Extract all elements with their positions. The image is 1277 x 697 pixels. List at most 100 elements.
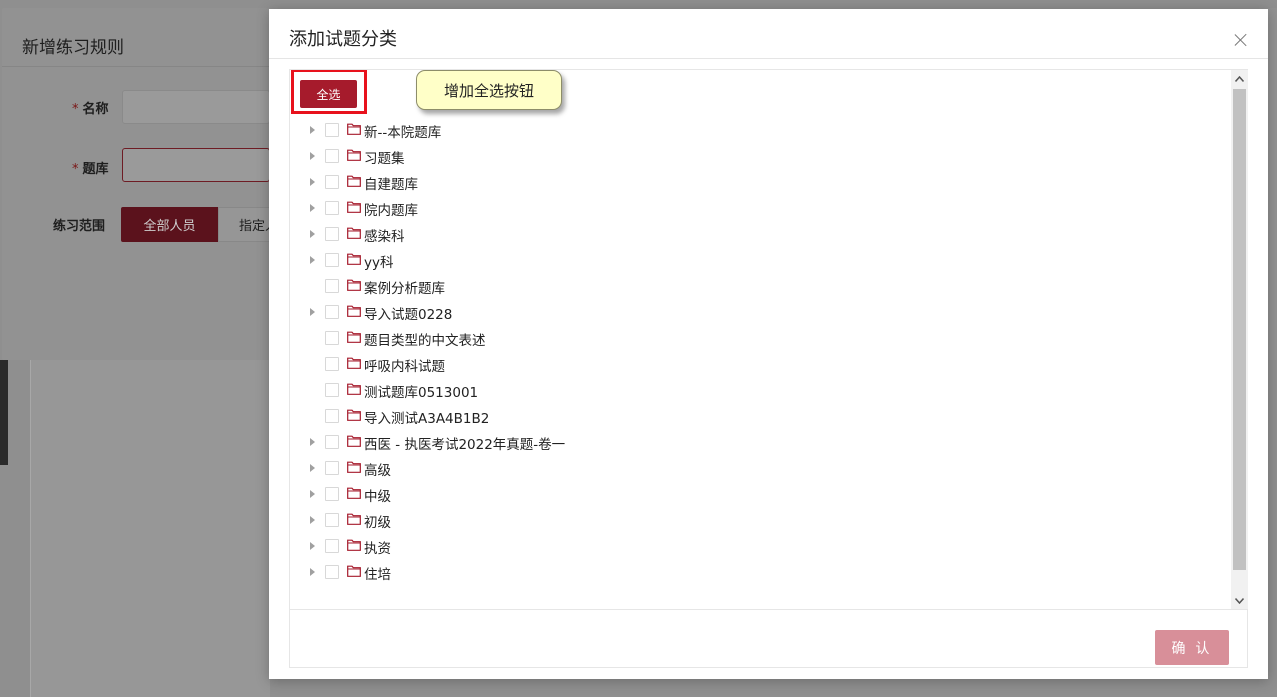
rule-form-title: 新增练习规则 [22,38,124,58]
folder-icon [347,383,361,395]
range-option-specified[interactable]: 指定人员 [218,207,270,242]
range-label: 练习范围 [53,219,106,234]
tree-node-label: 西医 - 执医考试2022年真题-卷一 [364,437,566,453]
expand-arrow-icon[interactable] [310,490,315,498]
tree-node-label: yy科 [364,255,394,271]
tree-node[interactable]: 中级 [290,481,1220,507]
folder-icon [347,227,361,239]
expand-arrow-icon[interactable] [310,516,315,524]
range-option-all[interactable]: 全部人员 [121,207,218,242]
tree-node-checkbox[interactable] [325,253,339,267]
tree-node-checkbox[interactable] [325,201,339,215]
expand-arrow-icon[interactable] [310,152,315,160]
tree-node[interactable]: 测试题库0513001 [290,377,1220,403]
select-all-button[interactable]: 全选 [300,80,357,108]
expand-arrow-icon[interactable] [310,438,315,446]
tree-node-label: 自建题库 [364,177,418,193]
bank-label: * 题库 [72,162,109,177]
modal-title: 添加试题分类 [289,29,397,50]
tree-node[interactable]: 导入测试A3A4B1B2 [290,403,1220,429]
folder-icon [347,513,361,525]
tree-node-label: 中级 [364,489,391,505]
scroll-down-arrow-icon[interactable] [1231,592,1248,609]
tree-node-checkbox[interactable] [325,175,339,189]
tree-node-checkbox[interactable] [325,227,339,241]
tree-node-checkbox[interactable] [325,435,339,449]
tree-node[interactable]: 自建题库 [290,169,1220,195]
tree-node-label: 导入测试A3A4B1B2 [364,411,490,427]
tree-node-checkbox[interactable] [325,149,339,163]
tree-node-label: 院内题库 [364,203,418,219]
folder-icon [347,357,361,369]
tree-node[interactable]: 住培 [290,559,1220,585]
tree-node-label: 呼吸内科试题 [364,359,445,375]
tree-node-checkbox[interactable] [325,409,339,423]
expand-arrow-icon[interactable] [310,178,315,186]
tree-node[interactable]: 院内题库 [290,195,1220,221]
folder-icon [347,253,361,265]
tree-node-label: 题目类型的中文表述 [364,333,486,349]
category-tree: 新--本院题库 习题集自建题库院内题库感染科 yy科案例分析题库导入试题0228 题目… [290,117,1220,585]
tree-node[interactable]: 导入试题0228 [290,299,1220,325]
folder-icon [347,175,361,187]
add-category-modal: 添加试题分类 全选 增加全选按钮 新--本院题库 习题集自建题库院内题库感染科 yy… [269,9,1268,679]
tree-node-label: 住培 [364,567,391,583]
tree-node[interactable]: 执资 [290,533,1220,559]
tree-node-checkbox[interactable] [325,461,339,475]
tree-node-checkbox[interactable] [325,383,339,397]
required-mark: * [72,162,79,177]
vertical-scrollbar[interactable] [1231,70,1248,609]
annotation-callout: 增加全选按钮 [416,70,562,110]
tree-node-checkbox[interactable] [325,487,339,501]
tree-node-checkbox[interactable] [325,279,339,293]
bank-input[interactable] [122,148,270,182]
tree-node-checkbox[interactable] [325,513,339,527]
rule-form-modal: 新增练习规则 *名称 *题库 练习范围 全部人员 指定人员 [2,8,270,360]
tree-node-checkbox[interactable] [325,305,339,319]
expand-arrow-icon[interactable] [310,308,315,316]
background-panel [30,360,270,697]
tree-node-checkbox[interactable] [325,357,339,371]
folder-icon [347,123,361,135]
folder-icon [347,539,361,551]
tree-node[interactable]: 西医 - 执医考试2022年真题-卷一 [290,429,1220,455]
tree-node[interactable]: 高级 [290,455,1220,481]
tree-node[interactable]: yy科 [290,247,1220,273]
close-icon[interactable] [1234,33,1248,47]
folder-icon [347,565,361,577]
expand-arrow-icon[interactable] [310,256,315,264]
scroll-up-arrow-icon[interactable] [1231,70,1248,87]
expand-arrow-icon[interactable] [310,464,315,472]
expand-arrow-icon[interactable] [310,542,315,550]
expand-arrow-icon[interactable] [310,568,315,576]
scrollbar-thumb[interactable] [1233,89,1246,570]
expand-arrow-icon[interactable] [310,204,315,212]
tree-node[interactable]: 案例分析题库 [290,273,1220,299]
confirm-button[interactable]: 确 认 [1155,630,1229,665]
tree-node[interactable]: 新--本院题库 [290,117,1220,143]
tree-node[interactable]: 感染科 [290,221,1220,247]
tree-node[interactable]: 呼吸内科试题 [290,351,1220,377]
name-input[interactable] [122,90,270,124]
expand-arrow-icon[interactable] [310,230,315,238]
folder-icon [347,305,361,317]
tree-node[interactable]: 初级 [290,507,1220,533]
name-label: * 名称 [72,102,109,117]
tree-node[interactable]: 题目类型的中文表述 [290,325,1220,351]
tree-node-checkbox[interactable] [325,565,339,579]
tree-node-checkbox[interactable] [325,331,339,345]
rule-form-divider [2,66,270,67]
title-divider [269,58,1268,59]
expand-arrow-icon[interactable] [310,126,315,134]
tree-node-label: 导入试题0228 [364,307,453,323]
tree-node-checkbox[interactable] [325,123,339,137]
tree-node-label: 高级 [364,463,391,479]
folder-icon [347,435,361,447]
tree-node-label: 初级 [364,515,391,531]
tree-node-label: 测试题库0513001 [364,385,479,401]
tree-node-checkbox[interactable] [325,539,339,553]
folder-icon [347,461,361,473]
tree-node-label: 感染科 [364,229,405,245]
rule-form-modal-edge [1268,8,1277,360]
tree-node[interactable]: 习题集 [290,143,1220,169]
